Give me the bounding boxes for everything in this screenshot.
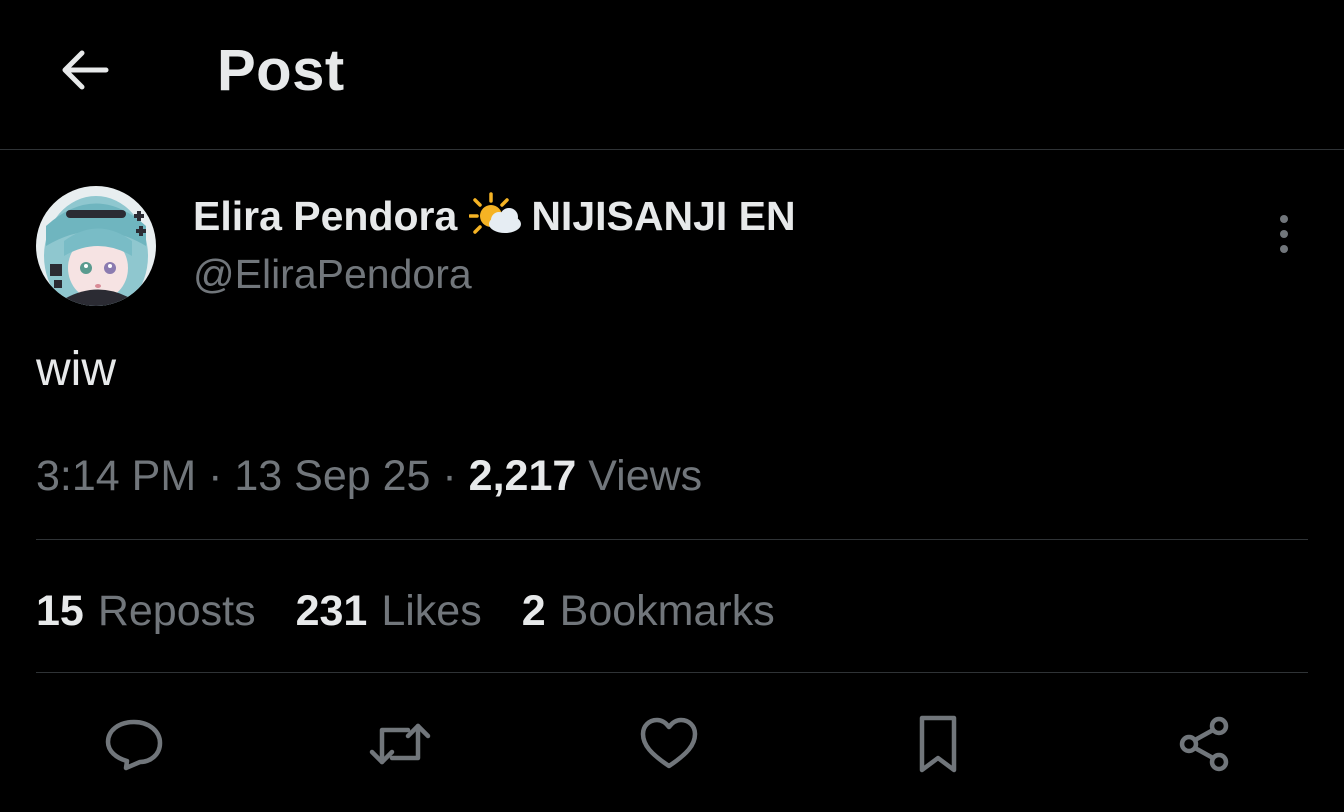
views-count: 2,217	[468, 452, 589, 500]
top-bar: Post	[0, 0, 1344, 150]
bookmark-icon	[919, 715, 957, 773]
divider	[36, 672, 1308, 673]
bookmarks-count: 2	[521, 587, 546, 635]
arrow-left-icon	[62, 50, 109, 90]
views-label: Views	[588, 452, 703, 500]
like-button[interactable]	[637, 712, 701, 776]
action-bar	[0, 700, 1344, 790]
bookmark-button[interactable]	[906, 712, 970, 776]
page-title: Post	[217, 38, 345, 103]
repost-icon	[369, 723, 431, 765]
meta-separator: ·	[442, 452, 469, 500]
reply-icon	[105, 719, 163, 771]
likes-count: 231	[295, 587, 368, 635]
more-vertical-icon	[1280, 215, 1288, 253]
post-time: 3:14 PM	[36, 452, 197, 500]
reposts-stat[interactable]: 15 Reposts	[36, 585, 256, 637]
share-button[interactable]	[1173, 712, 1237, 776]
avatar[interactable]	[36, 186, 156, 306]
author-name: Elira Pendora	[193, 193, 458, 239]
reply-button[interactable]	[102, 712, 166, 776]
likes-label: Likes	[381, 587, 482, 635]
back-button[interactable]	[52, 38, 116, 102]
author-org: NIJISANJI EN	[531, 193, 796, 239]
author-display-name[interactable]: Elira Pendora NIJISANJI EN	[193, 192, 796, 240]
author-handle[interactable]: @EliraPendora	[193, 250, 472, 298]
reposts-label: Reposts	[97, 587, 256, 635]
share-icon	[1179, 716, 1229, 772]
like-icon	[640, 717, 698, 769]
post-meta: 3:14 PM · 13 Sep 25 · 2,217 Views	[36, 450, 702, 502]
likes-stat[interactable]: 231 Likes	[296, 585, 482, 637]
post-date[interactable]: 13 Sep 25	[234, 452, 430, 500]
more-options-button[interactable]	[1260, 210, 1308, 258]
post-stats: 15 Reposts 231 Likes 2 Bookmarks	[36, 585, 815, 637]
reposts-count: 15	[36, 587, 84, 635]
meta-separator: ·	[208, 452, 235, 500]
post-text: wiw	[36, 343, 116, 396]
sun-behind-cloud-icon	[468, 192, 523, 240]
repost-button[interactable]	[368, 712, 432, 776]
bookmarks-label: Bookmarks	[559, 587, 775, 635]
bookmarks-stat[interactable]: 2 Bookmarks	[522, 585, 775, 637]
divider	[36, 539, 1308, 540]
